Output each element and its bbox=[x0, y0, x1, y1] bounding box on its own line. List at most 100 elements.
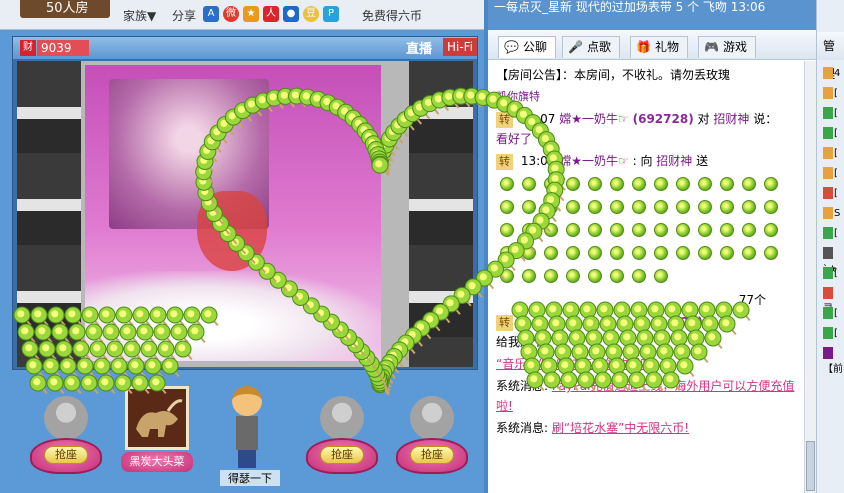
hifi-button[interactable]: Hi-Fi bbox=[443, 38, 477, 56]
admin-list-item[interactable]: [ bbox=[821, 86, 843, 102]
admin-title[interactable]: 管理 bbox=[817, 32, 844, 81]
character-legs bbox=[238, 450, 256, 468]
admin-list-item[interactable]: [ bbox=[821, 106, 843, 122]
chat-tab-bar: 💬 公聊 🎤 点歌 🎁 礼物 🎮 游戏 bbox=[488, 30, 816, 60]
host-id: 9039 bbox=[37, 40, 89, 56]
admin-panel: 管理 4[[[[[[S[`★[灵[[【前 bbox=[816, 0, 844, 493]
scrollbar-thumb[interactable] bbox=[806, 441, 815, 491]
message-text: 给我加个 bbox=[496, 335, 545, 349]
lollipop-icon bbox=[654, 200, 668, 214]
admin-item-text: [ bbox=[834, 108, 838, 119]
lollipop-icon bbox=[764, 246, 778, 260]
message-user[interactable]: 嫦★一奶牛☞ bbox=[559, 112, 629, 126]
gift-count: 77个 bbox=[738, 293, 766, 307]
room-left-panel: 50人房 家族▼ 分享 A 微 ★ 人 ● 豆 P 免费得六币 财 9039 直… bbox=[0, 0, 484, 493]
message-user[interactable]: 嫦★一奶牛☞ bbox=[559, 154, 629, 168]
lollipop-icon bbox=[632, 246, 646, 260]
admin-list-item[interactable]: 【前 bbox=[821, 346, 843, 375]
lollipop-icon bbox=[654, 223, 668, 237]
admin-level-badge-icon bbox=[823, 287, 833, 299]
lollipop-icon bbox=[698, 200, 712, 214]
admin-list-item[interactable]: S bbox=[821, 206, 843, 222]
chat-message-list: 【房间公告】：本房间，不收礼。请勿丢玫瑰 凯你旗特 转 13:07 嫦★一奶牛☞… bbox=[488, 61, 804, 493]
seat-4: 抢座 bbox=[306, 388, 378, 488]
message-user-id: 728) bbox=[672, 315, 703, 329]
tab-games[interactable]: 🎮 游戏 bbox=[698, 36, 757, 58]
admin-list-item[interactable]: [ bbox=[821, 326, 843, 342]
video-stream[interactable] bbox=[17, 61, 473, 367]
lollipop-icon bbox=[698, 246, 712, 260]
system-message-label: 系统消息: bbox=[496, 421, 549, 435]
admin-list-item[interactable]: [ bbox=[821, 186, 843, 202]
tab-song-request[interactable]: 🎤 点歌 bbox=[562, 36, 621, 58]
lollipop-icon bbox=[764, 177, 778, 191]
tab-label: 点歌 bbox=[587, 40, 612, 54]
lollipop-icon bbox=[522, 200, 536, 214]
free-coins-link[interactable]: 免费得六币 bbox=[362, 7, 422, 24]
admin-list-item[interactable]: [ bbox=[821, 306, 843, 322]
grab-seat-button[interactable]: 抢座 bbox=[44, 446, 88, 464]
admin-level-badge-icon bbox=[823, 187, 833, 199]
admin-level-badge-icon bbox=[823, 167, 833, 179]
message-time: 7 bbox=[520, 315, 529, 329]
admin-list-item[interactable]: [ bbox=[821, 266, 843, 282]
live-button[interactable]: 直播 bbox=[406, 38, 432, 57]
admin-list-item[interactable]: [ bbox=[821, 126, 843, 142]
message-target[interactable]: 招财神 bbox=[656, 154, 692, 168]
chat-partial-line: 凯你旗特 bbox=[496, 90, 540, 103]
admin-list-item[interactable]: `★ bbox=[821, 246, 843, 275]
admin-item-text: [ bbox=[834, 128, 838, 139]
lollipop-icon bbox=[500, 200, 514, 214]
video-header: 财 9039 直播 Hi-Fi bbox=[13, 37, 477, 59]
rebroadcast-badge: 转 bbox=[496, 154, 513, 170]
chat-message: 转 7 728) 给我加个 bbox=[496, 312, 796, 352]
seat-1: 抢座 bbox=[30, 388, 102, 488]
stream-photo-strip-right bbox=[409, 61, 473, 367]
lollipop-icon bbox=[566, 246, 580, 260]
admin-list-item[interactable]: 4 bbox=[821, 66, 843, 82]
room-notice: 【房间公告】：本房间，不收礼。请勿丢玫瑰 bbox=[496, 65, 796, 85]
share-pengyou-icon[interactable]: P bbox=[323, 6, 339, 22]
admin-list-item[interactable]: [ bbox=[821, 166, 843, 182]
character-body bbox=[236, 416, 258, 450]
host-badge: 财 bbox=[20, 40, 36, 56]
lollipop-icon bbox=[742, 200, 756, 214]
grab-seat-button[interactable]: 抢座 bbox=[410, 446, 454, 464]
message-target[interactable]: 招财神 bbox=[713, 112, 749, 126]
share-weibo-icon[interactable]: 微 bbox=[223, 6, 239, 22]
chat-gift-message: 转 13:07 嫦★一奶牛☞ : 向 招财神 送 77个 bbox=[496, 151, 796, 310]
chat-scrollbar[interactable] bbox=[804, 61, 816, 493]
system-message-link[interactable]: “音乐盒”中畅快连续的收听吧! bbox=[496, 357, 657, 371]
message-verb: 说： bbox=[753, 112, 778, 126]
admin-item-text: 4 bbox=[834, 68, 841, 79]
tab-label: 礼物 bbox=[655, 40, 680, 54]
bull-avatar-icon[interactable] bbox=[125, 386, 189, 450]
chat-panel: 一每点灭_星新 现代的过加场表带 5 个 飞吻 13:06 💬 公聊 🎤 点歌 🎁 礼… bbox=[488, 0, 816, 493]
lollipop-icon bbox=[566, 223, 580, 237]
lollipop-icon bbox=[610, 223, 624, 237]
stream-cloud bbox=[85, 271, 381, 361]
seat-user-name[interactable]: 黑炭大头菜 bbox=[121, 452, 193, 472]
seat-avatar bbox=[320, 396, 364, 440]
share-renren-icon[interactable]: 人 bbox=[263, 6, 279, 22]
admin-item-text: [ bbox=[834, 88, 838, 99]
admin-item-text: [ bbox=[834, 228, 838, 239]
lollipop-icon bbox=[764, 223, 778, 237]
admin-list-item[interactable]: 灵 bbox=[821, 286, 843, 315]
admin-level-badge-icon bbox=[823, 127, 833, 139]
share-tencent-icon[interactable]: A bbox=[203, 6, 219, 22]
promo-link[interactable]: 刷“培花水塞”中无限六币! bbox=[552, 421, 689, 435]
lollipop-icon bbox=[654, 177, 668, 191]
share-douban-icon[interactable]: 豆 bbox=[303, 6, 319, 22]
lollipop-icon bbox=[588, 246, 602, 260]
admin-list-item[interactable]: [ bbox=[821, 146, 843, 162]
system-message: 系统消息: PayPal充值通道上线，海外用户可以方便充值啦! bbox=[496, 376, 796, 416]
share-qzone-icon[interactable]: ★ bbox=[243, 6, 259, 22]
admin-list-item[interactable]: [ bbox=[821, 226, 843, 242]
family-menu[interactable]: 家族▼ bbox=[123, 7, 156, 24]
grab-seat-button[interactable]: 抢座 bbox=[320, 446, 364, 464]
room-count-label: 50人房 bbox=[20, 0, 110, 18]
share-baidu-icon[interactable]: ● bbox=[283, 6, 299, 22]
tab-public-chat[interactable]: 💬 公聊 bbox=[498, 36, 557, 58]
tab-gifts[interactable]: 🎁 礼物 bbox=[630, 36, 689, 58]
